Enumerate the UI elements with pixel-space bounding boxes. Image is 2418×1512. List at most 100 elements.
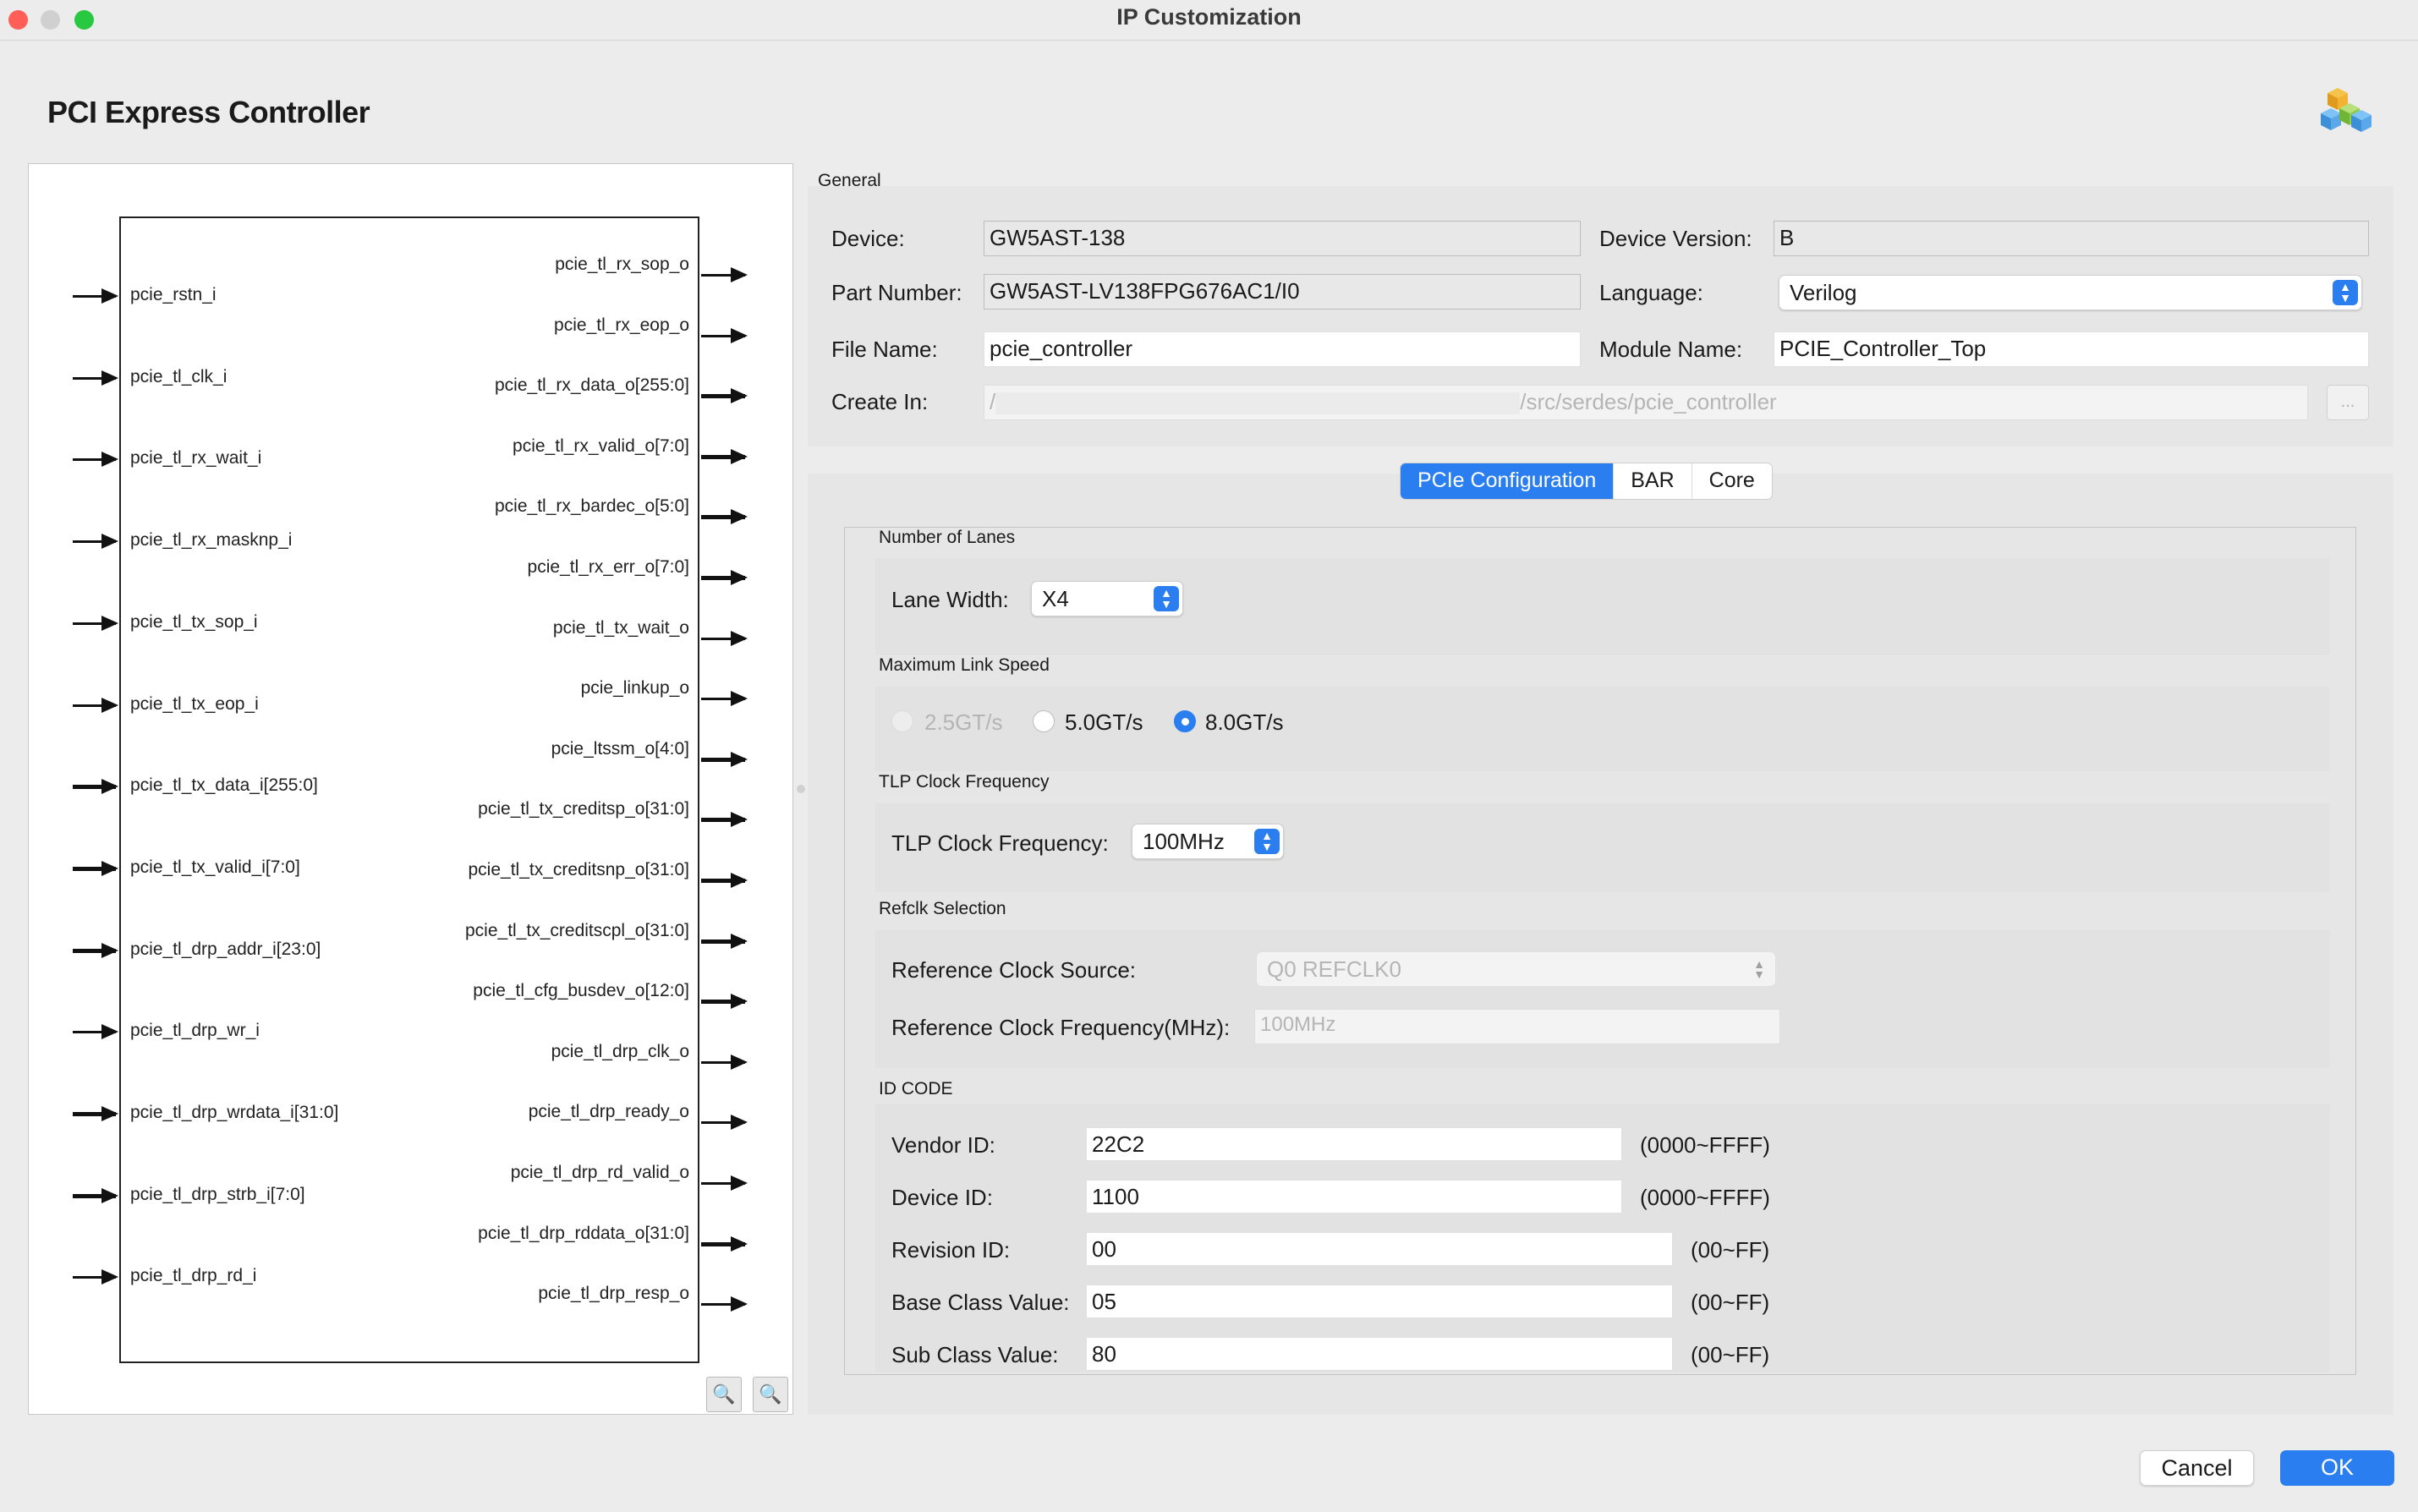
speed-group-label: Maximum Link Speed [879,655,1050,675]
sub-class-input[interactable]: 80 [1086,1337,1673,1371]
base-class-input[interactable]: 05 [1086,1285,1673,1318]
pin-arrow [701,933,748,949]
splitter-handle[interactable] [797,785,805,793]
pin-arrow [701,691,748,707]
ip-cubes-icon [2319,85,2373,139]
pin-arrow [73,942,118,958]
pin-arrow [701,570,748,585]
file-name-label: File Name: [831,337,938,362]
output-pin-label: pcie_tl_drp_ready_o [528,1102,689,1122]
pin-arrow [73,1106,118,1121]
create-in-suffix: /src/serdes/pcie_controller [1520,389,1777,414]
output-pin-label: pcie_tl_drp_resp_o [538,1284,689,1304]
pin-arrow [701,448,748,464]
create-in-field[interactable]: / /src/serdes/pcie_controller [984,385,2308,420]
cancel-button[interactable]: Cancel [2140,1450,2254,1486]
input-pin-label: pcie_tl_drp_wr_i [130,1021,260,1041]
speed-radio-5-0[interactable] [1033,710,1055,732]
pin-arrow [701,812,748,828]
output-pin-label: pcie_tl_drp_clk_o [551,1041,689,1061]
pin-arrow [701,1054,748,1070]
vendor-id-range: (0000~FFFF) [1640,1132,1770,1158]
pin-arrow [701,509,748,525]
create-in-label: Create In: [831,389,929,414]
page-title: PCI Express Controller [47,95,370,129]
pin-arrow [701,267,748,282]
part-number-label: Part Number: [831,280,962,305]
revision-id-input[interactable]: 00 [1086,1232,1673,1266]
device-id-input[interactable]: 1100 [1086,1180,1622,1213]
pin-arrow [701,873,748,888]
tab-bar-settings[interactable]: BAR [1614,463,1692,499]
sub-class-label: Sub Class Value: [891,1342,1059,1367]
tab-core[interactable]: Core [1692,463,1772,499]
ref-clock-source-value: Q0 REFCLK0 [1267,956,1401,982]
output-pin-label: pcie_tl_rx_bardec_o[5:0] [495,496,689,517]
idcode-group-label: ID CODE [879,1079,953,1098]
speed-option-5-0: 5.0GT/s [1065,709,1143,735]
input-pin-label: pcie_rstn_i [130,285,217,304]
tab-pcie-configuration[interactable]: PCIe Configuration [1401,463,1615,499]
language-value: Verilog [1790,280,1857,305]
pin-arrow [73,615,118,631]
part-number-field: GW5AST-LV138FPG676AC1/I0 [984,274,1581,310]
pin-arrow [73,1024,118,1040]
input-pin-label: pcie_tl_tx_sop_i [130,611,258,632]
output-pin-label: pcie_tl_tx_creditsnp_o[31:0] [468,860,689,879]
speed-radio-2-5 [891,710,913,732]
ref-clock-freq-label: Reference Clock Frequency(MHz): [891,1015,1231,1040]
module-name-input[interactable]: PCIE_Controller_Top [1774,331,2369,367]
create-in-prefix: / [990,389,996,414]
output-pin-label: pcie_ltssm_o[4:0] [551,738,689,759]
device-field: GW5AST-138 [984,221,1581,256]
input-pin-label: pcie_tl_rx_masknp_i [130,530,293,551]
vendor-id-input[interactable]: 22C2 [1086,1127,1622,1161]
pin-arrow [701,751,748,767]
input-pin-label: pcie_tl_drp_wrdata_i[31:0] [130,1103,339,1122]
device-version-label: Device Version: [1599,226,1752,251]
speed-radio-8-0[interactable] [1174,710,1196,732]
module-name-label: Module Name: [1599,337,1743,362]
file-name-input[interactable]: pcie_controller [984,331,1581,367]
output-pin-label: pcie_tl_rx_eop_o [554,315,689,335]
device-id-range: (0000~FFFF) [1640,1185,1770,1210]
ok-button[interactable]: OK [2280,1450,2394,1486]
pin-arrow [73,1269,118,1285]
revision-id-range: (00~FF) [1691,1237,1770,1263]
pin-arrow [701,1296,748,1312]
browse-button[interactable]: ... [2327,385,2369,420]
output-pin-label: pcie_tl_rx_data_o[255:0] [494,375,689,396]
pin-arrow [73,288,118,304]
input-pin-label: pcie_tl_tx_data_i[255:0] [130,775,318,796]
tlp-clock-select[interactable]: 100MHz ▲ ▼ [1132,824,1284,859]
title-bar: IP Customization [0,0,2418,41]
pin-arrow [701,1235,748,1252]
language-select[interactable]: Verilog ▲ ▼ [1779,275,2362,310]
pin-arrow [701,630,748,646]
output-pin-label: pcie_tl_rx_valid_o[7:0] [513,436,689,456]
refclk-group-label: Refclk Selection [879,899,1006,918]
pin-arrow [73,452,118,468]
pin-arrow [73,860,118,876]
vendor-id-label: Vendor ID: [891,1132,995,1158]
output-pin-label: pcie_tl_rx_sop_o [555,255,689,274]
window-title: IP Customization [1116,4,1302,30]
chevron-up-down-icon: ▲ ▼ [2333,280,2358,305]
lane-width-label: Lane Width: [891,587,1009,612]
pin-arrow [73,697,118,713]
output-pin-label: pcie_tl_tx_creditsp_o[31:0] [478,799,689,819]
output-pin-label: pcie_tl_drp_rddata_o[31:0] [478,1223,689,1243]
pin-arrow [73,779,118,795]
ref-clock-source-label: Reference Clock Source: [891,957,1137,983]
zoom-in-button[interactable]: 🔍 [706,1377,742,1412]
speed-option-2-5: 2.5GT/s [924,709,1003,735]
redacted-path [995,392,1521,415]
lane-width-select[interactable]: X4 ▲ ▼ [1031,581,1183,616]
device-label: Device: [831,226,905,251]
pin-arrow [701,1115,748,1131]
lane-width-value: X4 [1042,586,1069,611]
pin-arrow [701,1175,748,1191]
input-pin-label: pcie_tl_rx_wait_i [130,448,262,468]
zoom-in-icon: 🔍 [712,1383,736,1405]
zoom-out-button[interactable]: 🔍 [753,1377,788,1412]
